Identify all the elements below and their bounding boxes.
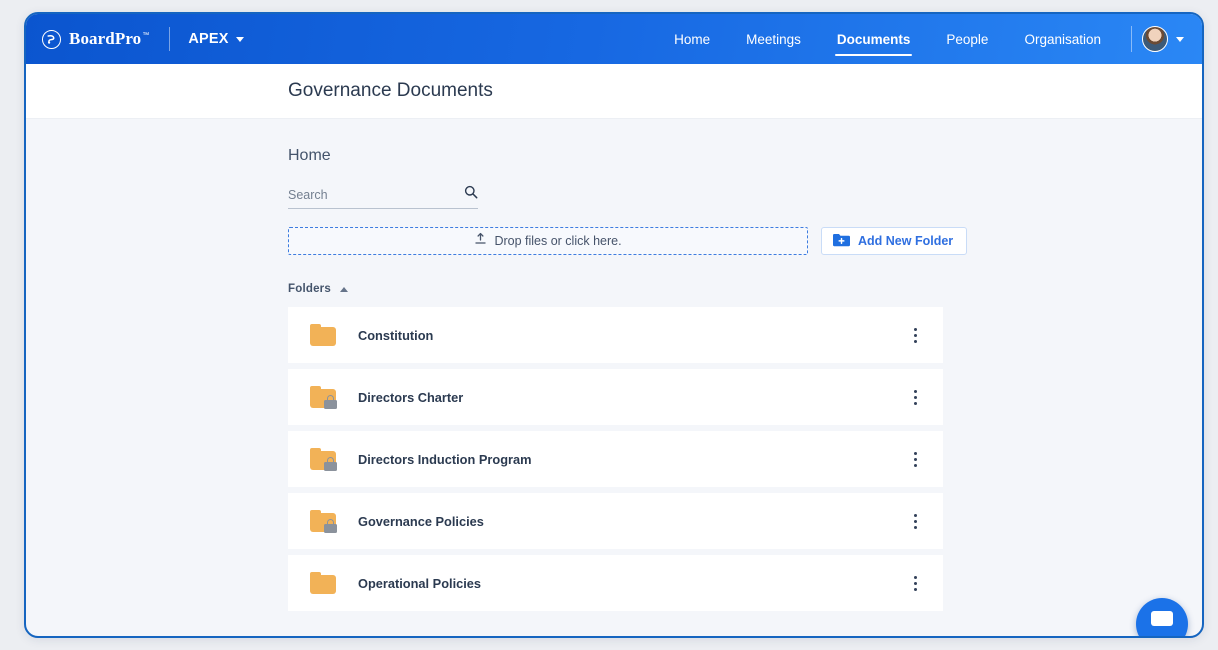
nav-item-label: Organisation [1024,31,1101,47]
folder-plus-icon [833,233,850,250]
nav-item-documents[interactable]: Documents [819,14,929,64]
search-input[interactable] [288,187,460,202]
nav-item-meetings[interactable]: Meetings [728,14,819,64]
folder-list: Constitution Directors Charter Directors… [288,307,1202,611]
nav-item-label: People [946,31,989,47]
org-switcher-label: APEX [188,31,229,47]
folder-name: Governance Policies [358,513,484,529]
app-window: BoardPro™ APEX Home Meetings Documents P… [24,12,1204,638]
nav-item-label: Documents [836,31,911,47]
brand-logo[interactable]: BoardPro™ [42,29,149,49]
add-new-folder-label: Add New Folder [858,234,954,248]
folder-row-constitution[interactable]: Constitution [288,307,943,363]
more-vertical-icon[interactable] [905,385,925,409]
add-new-folder-button[interactable]: Add New Folder [821,227,968,255]
chevron-up-icon[interactable] [339,286,348,292]
breadcrumb[interactable]: Home [288,147,1202,165]
user-menu[interactable] [1142,26,1188,52]
nav-item-label: Meetings [746,31,801,47]
more-vertical-icon[interactable] [905,323,925,347]
dropzone-label: Drop files or click here. [494,234,622,248]
nav-item-home[interactable]: Home [656,14,728,64]
folders-section-header[interactable]: Folders [288,283,348,295]
search-icon[interactable] [464,185,478,204]
folder-locked-icon [310,386,337,409]
folder-row-directors-charter[interactable]: Directors Charter [288,369,943,425]
main-content: Home Drop files or click he [26,119,1202,636]
main-nav: Home Meetings Documents People Organisat… [656,14,1188,64]
page-header: Governance Documents [26,64,1202,119]
folder-name: Directors Charter [358,389,464,405]
folder-icon [310,324,336,346]
folder-locked-icon [310,448,337,471]
org-switcher[interactable]: APEX [188,31,244,47]
brand-name: BoardPro™ [69,29,150,48]
folders-section-title: Folders [288,283,331,295]
file-dropzone[interactable]: Drop files or click here. [288,227,808,255]
folder-name: Operational Policies [358,575,482,591]
folder-locked-icon [310,510,337,533]
search-field[interactable] [288,185,478,209]
lock-icon [324,457,337,471]
brand-trademark: ™ [142,32,150,40]
caret-down-icon [235,36,244,42]
nav-item-label: Home [674,31,711,47]
page-title: Governance Documents [288,80,493,101]
folder-row-directors-induction-program[interactable]: Directors Induction Program [288,431,943,487]
chat-glyph [1151,611,1173,626]
lock-icon [324,395,337,409]
folder-icon [310,572,336,594]
avatar [1142,26,1168,52]
nav-item-people[interactable]: People [928,14,1006,64]
lock-icon [324,519,337,533]
top-navigation-bar: BoardPro™ APEX Home Meetings Documents P… [26,14,1202,64]
more-vertical-icon[interactable] [905,571,925,595]
brand-divider [169,27,171,51]
folder-row-operational-policies[interactable]: Operational Policies [288,555,943,611]
actions-row: Drop files or click here. Add New Folder [288,227,1202,255]
more-vertical-icon[interactable] [905,509,925,533]
more-vertical-icon[interactable] [905,447,925,471]
folder-name: Constitution [358,327,434,343]
folder-name: Directors Induction Program [358,451,532,467]
nav-item-organisation[interactable]: Organisation [1006,14,1119,64]
upload-icon [474,232,487,250]
caret-down-icon [1176,36,1184,42]
boardpro-circle-logo-icon [42,29,61,49]
nav-divider [1131,26,1132,52]
folder-row-governance-policies[interactable]: Governance Policies [288,493,943,549]
